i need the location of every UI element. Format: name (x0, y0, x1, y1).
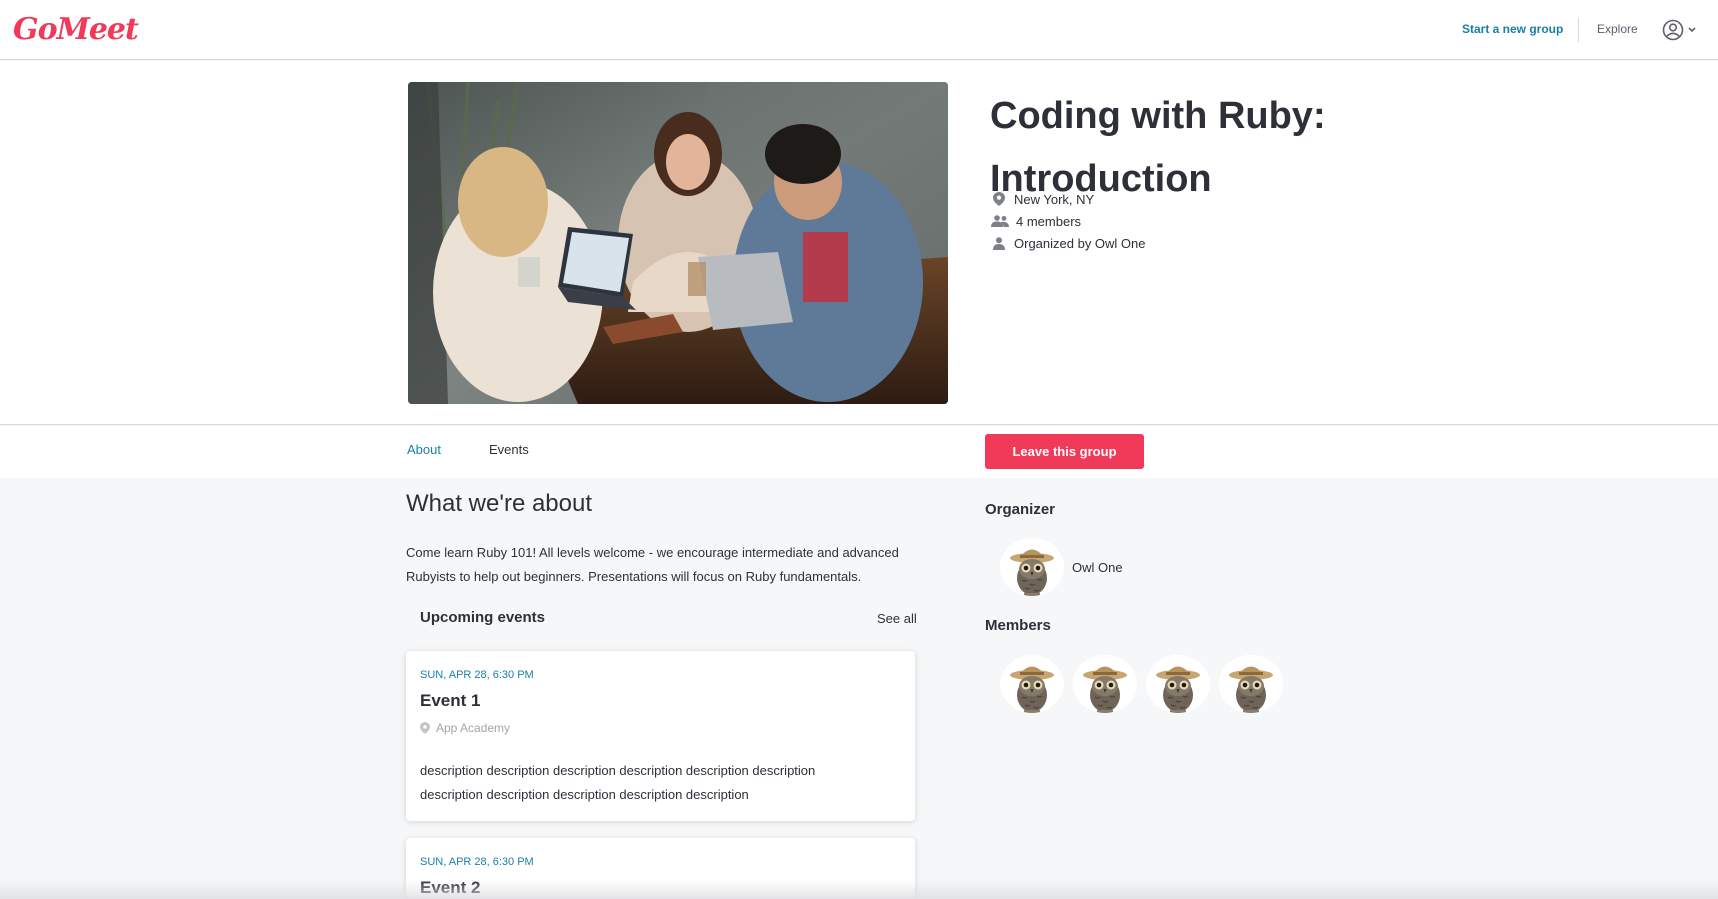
member-avatar[interactable] (1219, 655, 1283, 713)
about-heading: What we're about (406, 490, 593, 517)
member-avatar[interactable] (1073, 655, 1137, 713)
event-location-text: App Academy (436, 721, 511, 735)
group-location: New York, NY (990, 189, 1094, 209)
group-header: Coding with Ruby: Introduction New York,… (0, 61, 1718, 425)
event-card[interactable]: SUN, APR 28, 6:30 PM Event 1 App Academy… (406, 651, 915, 821)
map-pin-icon (420, 722, 430, 734)
organizer-heading: Organizer (985, 501, 1056, 518)
group-members-count: 4 members (990, 211, 1081, 231)
group-cover-photo (408, 82, 948, 404)
event-location: App Academy (420, 721, 510, 735)
leave-group-button[interactable]: Leave this group (985, 434, 1144, 469)
group-members-text[interactable]: 4 members (1016, 214, 1081, 229)
user-circle-icon (1662, 19, 1684, 41)
tab-events[interactable]: Events (489, 442, 529, 457)
organizer-name[interactable]: Owl One (1072, 560, 1123, 575)
gomeet-logo[interactable]: GoMeet (13, 12, 139, 47)
see-all-events-link[interactable]: See all (877, 611, 917, 626)
person-icon (990, 235, 1008, 251)
top-navigation-bar: GoMeet Start a new group Explore (0, 0, 1718, 60)
start-new-group-link[interactable]: Start a new group (1462, 22, 1563, 36)
account-menu-button[interactable] (1662, 18, 1710, 42)
event-card[interactable]: SUN, APR 28, 6:30 PM Event 2 (406, 838, 915, 899)
event-date: SUN, APR 28, 6:30 PM (420, 856, 534, 868)
event-name[interactable]: Event 1 (420, 691, 480, 711)
upcoming-events-heading: Upcoming events (420, 609, 546, 626)
organizer-avatar[interactable] (1000, 538, 1064, 596)
about-description: Come learn Ruby 101! All levels welcome … (406, 545, 899, 584)
explore-link[interactable]: Explore (1597, 22, 1638, 36)
map-pin-icon (990, 191, 1008, 207)
group-tab-bar: About Events Leave this group (0, 426, 1718, 478)
group-organizer-text[interactable]: Organized by Owl One (1014, 236, 1146, 251)
chevron-down-icon (1688, 27, 1696, 33)
tab-about[interactable]: About (407, 442, 441, 457)
member-avatar[interactable] (1146, 655, 1210, 713)
group-organizer: Organized by Owl One (990, 233, 1146, 253)
event-name[interactable]: Event 2 (420, 878, 480, 898)
event-description: description description description desc… (420, 763, 816, 802)
members-heading: Members (985, 617, 1051, 634)
people-icon (990, 213, 1010, 229)
event-date: SUN, APR 28, 6:30 PM (420, 669, 534, 681)
member-avatar[interactable] (1000, 655, 1064, 713)
group-location-text: New York, NY (1014, 191, 1095, 207)
nav-divider (1578, 18, 1579, 42)
